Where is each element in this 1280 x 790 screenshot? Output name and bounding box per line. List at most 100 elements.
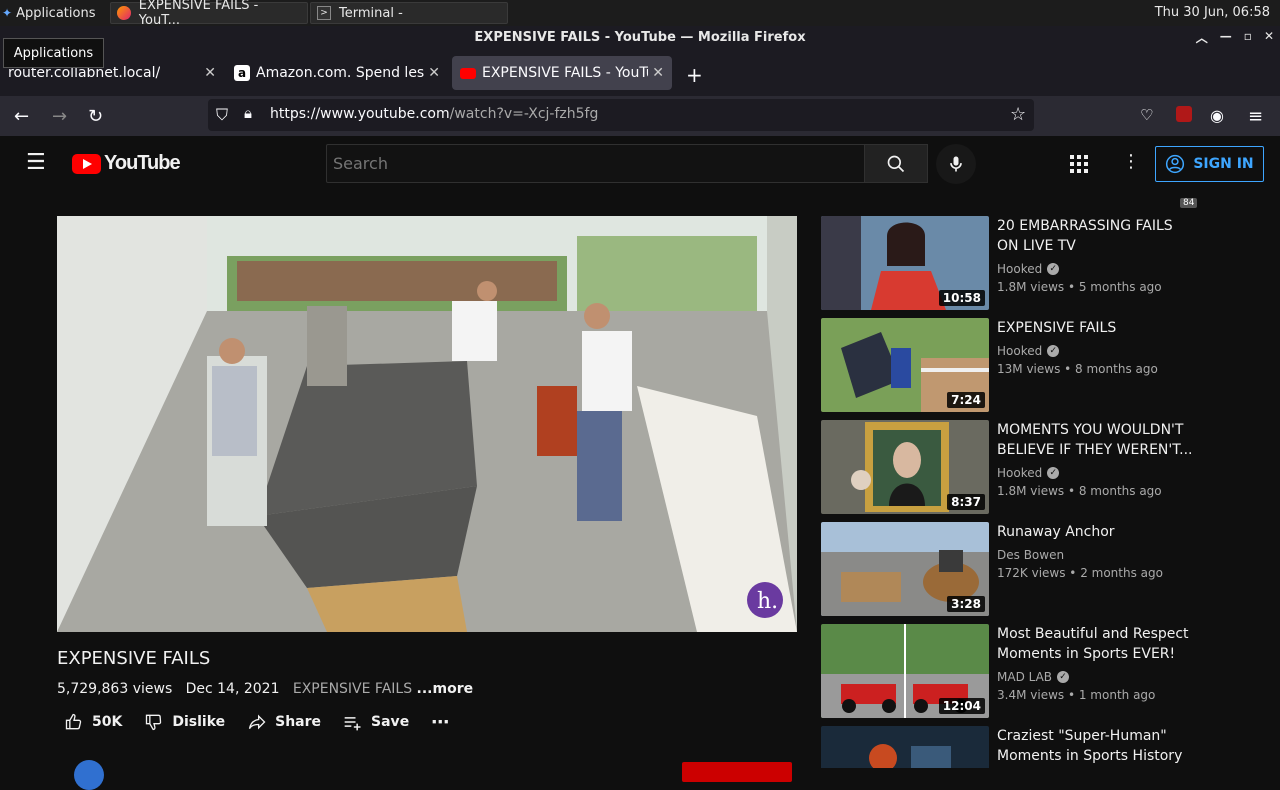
subscribe-button[interactable] xyxy=(682,762,792,782)
shield-icon[interactable]: ⛉ xyxy=(216,105,228,125)
recommendation-item[interactable]: 7:24 EXPENSIVE FAILS Hooked ✓ 13M views •… xyxy=(821,318,1221,412)
view-count: 13M views xyxy=(997,362,1061,376)
video-thumbnail[interactable]: 12:04 xyxy=(821,624,989,718)
video-thumbnail[interactable]: 8:37 xyxy=(821,420,989,514)
search-input[interactable] xyxy=(327,145,864,182)
recommendation-channel[interactable]: MAD LAB ✓ xyxy=(997,670,1070,684)
dislike-button[interactable]: Dislike xyxy=(144,712,225,732)
video-thumbnail[interactable]: 7:24 xyxy=(821,318,989,412)
view-count: 5,729,863 views xyxy=(57,681,173,697)
clock: Thu 30 Jun, 06:58 xyxy=(1154,5,1270,20)
recommendation-title[interactable]: MOMENTS YOU WOULDN'T BELIEVE IF THEY WER… xyxy=(997,420,1197,460)
upload-age: 8 months ago xyxy=(1078,484,1162,498)
bookmark-star-icon[interactable]: ☆ xyxy=(1010,104,1026,125)
recommendation-item[interactable]: Craziest "Super-Human" Moments in Sports… xyxy=(821,726,1221,768)
video-title: EXPENSIVE FAILS xyxy=(57,648,211,669)
lock-icon[interactable]: 🔒︎ xyxy=(244,104,252,122)
hamburger-menu-icon[interactable]: ☰ xyxy=(26,150,46,175)
recommendation-channel[interactable]: Hooked ✓ xyxy=(997,344,1060,358)
youtube-logo[interactable]: YouTube xyxy=(72,152,181,175)
applications-icon: ✦ xyxy=(2,6,13,20)
window-collapse-icon[interactable]: ︿ xyxy=(1196,29,1208,46)
recommendation-channel[interactable]: Hooked ✓ xyxy=(997,262,1060,276)
applications-menu[interactable]: ✦ Applications xyxy=(2,3,95,23)
more-options-icon[interactable]: ⋮ xyxy=(1122,151,1140,172)
account-extension-icon[interactable]: ◉ xyxy=(1210,106,1224,125)
tab-label: Amazon.com. Spend less. xyxy=(256,65,424,81)
save-label: Save xyxy=(371,714,410,730)
like-button[interactable]: 50K xyxy=(64,712,122,732)
save-button[interactable]: Save xyxy=(343,712,409,732)
reload-icon[interactable]: ↻ xyxy=(88,106,103,127)
recommendation-item[interactable]: 8:37 MOMENTS YOU WOULDN'T BELIEVE IF THE… xyxy=(821,420,1221,514)
url-host: https://www.youtube.com xyxy=(270,106,450,122)
navigation-toolbar: ← → ↻ ⛉ 🔒︎ https://www.youtube.com/watch… xyxy=(0,96,1280,208)
tab-youtube[interactable]: EXPENSIVE FAILS - YouTube ✕ xyxy=(452,56,672,90)
verified-badge-icon: ✓ xyxy=(1057,671,1070,683)
video-thumbnail[interactable]: 3:28 xyxy=(821,522,989,616)
channel-name: Des Bowen xyxy=(997,548,1065,562)
recommendation-title[interactable]: Most Beautiful and Respect Moments in Sp… xyxy=(997,624,1197,664)
show-more-link[interactable]: ...more xyxy=(417,681,474,697)
amazon-favicon-icon: a xyxy=(234,65,250,81)
sign-in-label: SIGN IN xyxy=(1193,156,1254,172)
recommendation-title[interactable]: Craziest "Super-Human" Moments in Sports… xyxy=(997,726,1197,766)
voice-search-button[interactable] xyxy=(936,144,976,184)
window-close-icon[interactable]: ✕ xyxy=(1264,29,1274,46)
forward-icon[interactable]: → xyxy=(52,106,67,127)
verified-badge-icon: ✓ xyxy=(1047,263,1060,275)
ublock-icon[interactable] xyxy=(1176,106,1192,122)
window-title: EXPENSIVE FAILS - YouTube — Mozilla Fire… xyxy=(474,30,806,45)
video-thumbnail[interactable]: 10:58 xyxy=(821,216,989,310)
window-maximize-icon[interactable]: ▫ xyxy=(1244,29,1252,46)
new-tab-icon[interactable]: + xyxy=(686,63,703,87)
terminal-icon: > xyxy=(317,6,331,20)
video-tag[interactable]: EXPENSIVE FAILS xyxy=(293,681,412,697)
url-bar[interactable]: ⛉ 🔒︎ https://www.youtube.com/watch?v=-Xc… xyxy=(208,99,1034,131)
share-button[interactable]: Share xyxy=(247,712,321,732)
video-duration: 12:04 xyxy=(938,698,985,714)
channel-name: Hooked xyxy=(997,344,1043,358)
sign-in-button[interactable]: SIGN IN xyxy=(1155,146,1264,182)
video-player[interactable]: h. xyxy=(57,216,797,632)
like-count: 50K xyxy=(92,714,123,730)
menu-icon[interactable]: ≡ xyxy=(1248,106,1263,127)
search-button[interactable] xyxy=(864,144,928,183)
channel-avatar[interactable] xyxy=(74,760,104,790)
close-tab-icon[interactable]: ✕ xyxy=(652,65,664,81)
upload-age: 1 month ago xyxy=(1078,688,1156,702)
recommendation-title[interactable]: Runaway Anchor xyxy=(997,522,1197,542)
video-duration: 10:58 xyxy=(938,290,985,306)
recommendation-item[interactable]: 10:58 20 EMBARRASSING FAILS ON LIVE TV H… xyxy=(821,216,1221,310)
apps-grid-icon[interactable] xyxy=(1070,155,1088,173)
verified-badge-icon: ✓ xyxy=(1047,467,1060,479)
taskbar-item-firefox[interactable]: EXPENSIVE FAILS - YouT... xyxy=(110,0,308,28)
back-icon[interactable]: ← xyxy=(14,106,29,127)
close-tab-icon[interactable]: ✕ xyxy=(428,65,440,81)
thumbs-up-icon xyxy=(65,713,82,730)
video-metadata: 5,729,863 views Dec 14, 2021 EXPENSIVE F… xyxy=(57,681,473,697)
url-text[interactable]: https://www.youtube.com/watch?v=-Xcj-fzh… xyxy=(270,106,598,122)
tab-amazon[interactable]: a Amazon.com. Spend less. ✕ xyxy=(226,56,448,90)
recommendation-stats: 1.8M views • 8 months ago xyxy=(997,484,1162,498)
window-minimize-icon[interactable]: — xyxy=(1220,29,1232,46)
recommendation-item[interactable]: 12:04 Most Beautiful and Respect Moments… xyxy=(821,624,1221,718)
more-actions-button[interactable]: ⋯ xyxy=(431,712,449,733)
firefox-icon xyxy=(117,6,131,20)
taskbar-item-terminal[interactable]: > Terminal - xyxy=(310,2,508,24)
youtube-logo-text: YouTube xyxy=(104,152,181,174)
user-icon xyxy=(1166,154,1185,174)
recommendation-title[interactable]: 20 EMBARRASSING FAILS ON LIVE TV xyxy=(997,216,1197,256)
recommendation-channel[interactable]: Des Bowen xyxy=(997,548,1064,562)
taskbar-item-label: Terminal - xyxy=(339,5,403,21)
recommendation-channel[interactable]: Hooked ✓ xyxy=(997,466,1060,480)
recommendation-item[interactable]: 3:28 Runaway Anchor Des Bowen 172K views… xyxy=(821,522,1221,616)
recommendation-title[interactable]: EXPENSIVE FAILS xyxy=(997,318,1197,338)
pocket-icon[interactable]: ♡ xyxy=(1140,106,1153,124)
recommendation-stats: 172K views • 2 months ago xyxy=(997,566,1163,580)
applications-label: Applications xyxy=(16,5,96,21)
video-thumbnail[interactable] xyxy=(821,726,989,768)
view-count: 3.4M views xyxy=(997,688,1065,702)
close-tab-icon[interactable]: ✕ xyxy=(204,65,216,81)
search-box[interactable] xyxy=(326,144,865,183)
